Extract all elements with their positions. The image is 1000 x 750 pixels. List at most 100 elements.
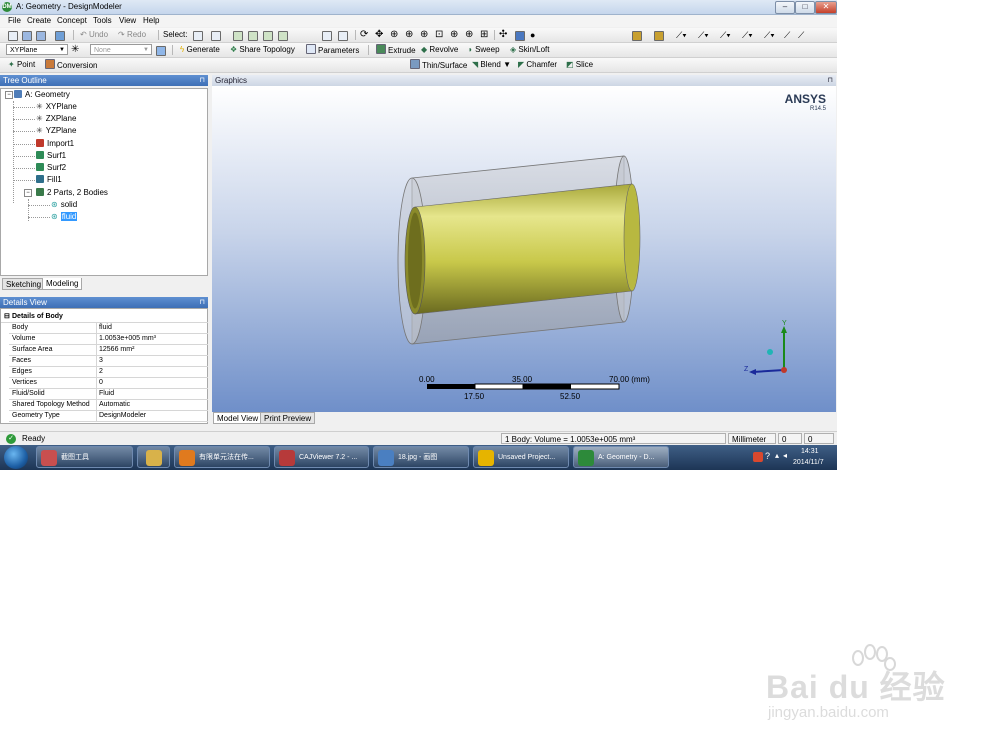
expand-selection-icon[interactable] [338, 31, 348, 41]
menu-view[interactable]: View [119, 16, 136, 25]
tree-node-surf2[interactable]: Surf2 [36, 162, 66, 173]
save-as-icon[interactable] [36, 31, 46, 41]
tree-node-surf1[interactable]: Surf1 [36, 150, 66, 161]
minimize-button[interactable]: – [775, 1, 795, 14]
edge-tool-icon[interactable]: ⟋ [784, 29, 790, 41]
taskbar-item-browser[interactable]: 有限单元法在传... [174, 446, 270, 468]
units-field[interactable]: Millimeter [728, 433, 776, 444]
select-bodies-icon[interactable] [278, 31, 288, 41]
blend-button[interactable]: ◥ Blend ▼ [472, 59, 511, 71]
edge-tool-icon[interactable]: ⟋▾ [720, 29, 731, 41]
share-topology-button[interactable]: ❖ Share Topology [230, 44, 295, 56]
taskbar-item-workbench[interactable]: Unsaved Project... [473, 446, 569, 468]
pin-icon[interactable]: ⊓ [828, 75, 833, 86]
sketch-dropdown[interactable]: None ▼ [90, 44, 152, 55]
select-points-icon[interactable] [233, 31, 243, 41]
tree-node-yzplane[interactable]: ✳ YZPlane [36, 125, 76, 136]
revolve-button[interactable]: ◆ Revolve [421, 44, 458, 56]
tab-sketching[interactable]: Sketching [2, 278, 46, 290]
magnifier-icon[interactable]: ⊕ [450, 29, 458, 41]
close-button[interactable]: ✕ [815, 1, 837, 14]
tree-node-zxplane[interactable]: ✳ ZXPlane [36, 113, 76, 124]
undo-button[interactable]: ↶ Undo [80, 29, 108, 41]
menu-create[interactable]: Create [27, 16, 51, 25]
collapse-icon[interactable]: − [5, 91, 13, 99]
maximize-button[interactable]: □ [795, 1, 815, 14]
pin-icon[interactable]: ⊓ [200, 75, 205, 86]
zoom-to-fit-icon[interactable]: ⊕ [420, 29, 428, 41]
collapse-icon[interactable]: − [24, 189, 32, 197]
graphics-viewport[interactable]: ANSYS R14.5 0.00 35.00 70.00 (mm) 17.50 … [212, 86, 836, 412]
extrude-button[interactable]: Extrude [376, 44, 416, 56]
new-plane-icon[interactable]: ✳ [71, 44, 79, 56]
taskbar-item-explorer[interactable] [137, 446, 170, 468]
axis-triad[interactable] [749, 326, 787, 375]
zoom-window-icon[interactable]: ⊡ [435, 29, 443, 41]
menu-file[interactable]: File [8, 16, 21, 25]
tree-node-solid[interactable]: ⊛ solid [51, 199, 77, 210]
clock-date[interactable]: 2014/11/7 [793, 459, 824, 466]
clock-time[interactable]: 14:31 [801, 448, 819, 455]
details-row[interactable]: Geometry Type DesignModeler [9, 410, 208, 422]
tree-node-geometry[interactable]: A: Geometry [14, 89, 70, 100]
edge-tool-icon[interactable]: ⟋▾ [742, 29, 753, 41]
rotate-icon[interactable]: ⟳ [360, 29, 368, 41]
tab-modeling[interactable]: Modeling [42, 278, 83, 290]
tree-node-import1[interactable]: Import1 [36, 138, 74, 149]
menu-concept[interactable]: Concept [57, 16, 87, 25]
skin-loft-button[interactable]: ◈ Skin/Loft [510, 44, 550, 56]
conversion-button[interactable]: Conversion [45, 59, 97, 71]
help-icon[interactable]: ? [765, 451, 770, 461]
zoom-icon[interactable]: ⊕ [390, 29, 398, 41]
extend-selection-icon[interactable] [322, 31, 332, 41]
slice-button[interactable]: ◩ Slice [566, 59, 593, 71]
display-icon[interactable]: ⊞ [480, 29, 488, 41]
menu-help[interactable]: Help [143, 16, 159, 25]
tab-print-preview[interactable]: Print Preview [260, 412, 316, 424]
pin-icon[interactable]: ⊓ [200, 297, 205, 308]
start-button[interactable] [4, 446, 28, 469]
taskbar-item-snipping-tool[interactable]: 截图工具 [36, 446, 133, 468]
chamfer-button[interactable]: ◤ Chamfer [518, 59, 557, 71]
tree-node-parts[interactable]: 2 Parts, 2 Bodies [36, 187, 108, 198]
screenshot-icon[interactable] [55, 31, 65, 41]
tree-node-fill1[interactable]: Fill1 [36, 174, 62, 185]
tab-model-view[interactable]: Model View [213, 412, 263, 424]
point-button[interactable]: ✦ Point [8, 59, 35, 71]
selection-filter-icon[interactable] [211, 31, 221, 41]
box-zoom-icon[interactable]: ⊕ [405, 29, 413, 41]
select-mode-icon[interactable] [193, 31, 203, 41]
select-edges-icon[interactable] [248, 31, 258, 41]
plane-dropdown[interactable]: XYPlane ▼ [6, 44, 68, 55]
tray-app-icon[interactable] [753, 452, 763, 462]
new-icon[interactable] [8, 31, 18, 41]
display-edges-icon[interactable] [632, 31, 642, 41]
select-faces-icon[interactable] [263, 31, 273, 41]
tree-node-fluid[interactable]: ⊛ fluid [51, 211, 78, 222]
generate-button[interactable]: ϟ Generate [180, 44, 220, 56]
tree-node-xyplane[interactable]: ✳ XYPlane [36, 101, 77, 112]
thin-surface-button[interactable]: Thin/Surface [410, 59, 467, 71]
look-at-icon[interactable]: ⊕ [465, 29, 473, 41]
edge-coloring-icon[interactable] [654, 31, 664, 41]
sweep-button[interactable]: ◗ Sweep [468, 44, 500, 56]
display-point-icon[interactable]: ● [530, 29, 535, 41]
taskbar-item-designmodeler[interactable]: A: Geometry - D... [573, 446, 669, 468]
new-sketch-icon[interactable] [156, 46, 166, 56]
axis-triad-icon[interactable]: ✣ [499, 29, 507, 41]
save-icon[interactable] [22, 31, 32, 41]
taskbar-item-paint[interactable]: 18.jpg - 画图 [373, 446, 469, 468]
model-canvas[interactable] [212, 86, 836, 412]
parameters-button[interactable]: Parameters [306, 44, 359, 56]
volume-icon[interactable]: ◂ [783, 451, 787, 460]
edge-tool-icon[interactable]: ⟋ [798, 29, 804, 41]
edge-tool-icon[interactable]: ⟋▾ [676, 29, 687, 41]
pan-icon[interactable]: ✥ [375, 29, 383, 41]
display-model-icon[interactable] [515, 31, 525, 41]
tray-arrow-icon[interactable]: ▴ [775, 451, 779, 460]
edge-tool-icon[interactable]: ⟋▾ [698, 29, 709, 41]
edge-tool-icon[interactable]: ⟋▾ [764, 29, 775, 41]
menu-tools[interactable]: Tools [93, 16, 112, 25]
redo-button[interactable]: ↷ Redo [118, 29, 146, 41]
taskbar-item-cajviewer[interactable]: CAJViewer 7.2 - ... [274, 446, 369, 468]
